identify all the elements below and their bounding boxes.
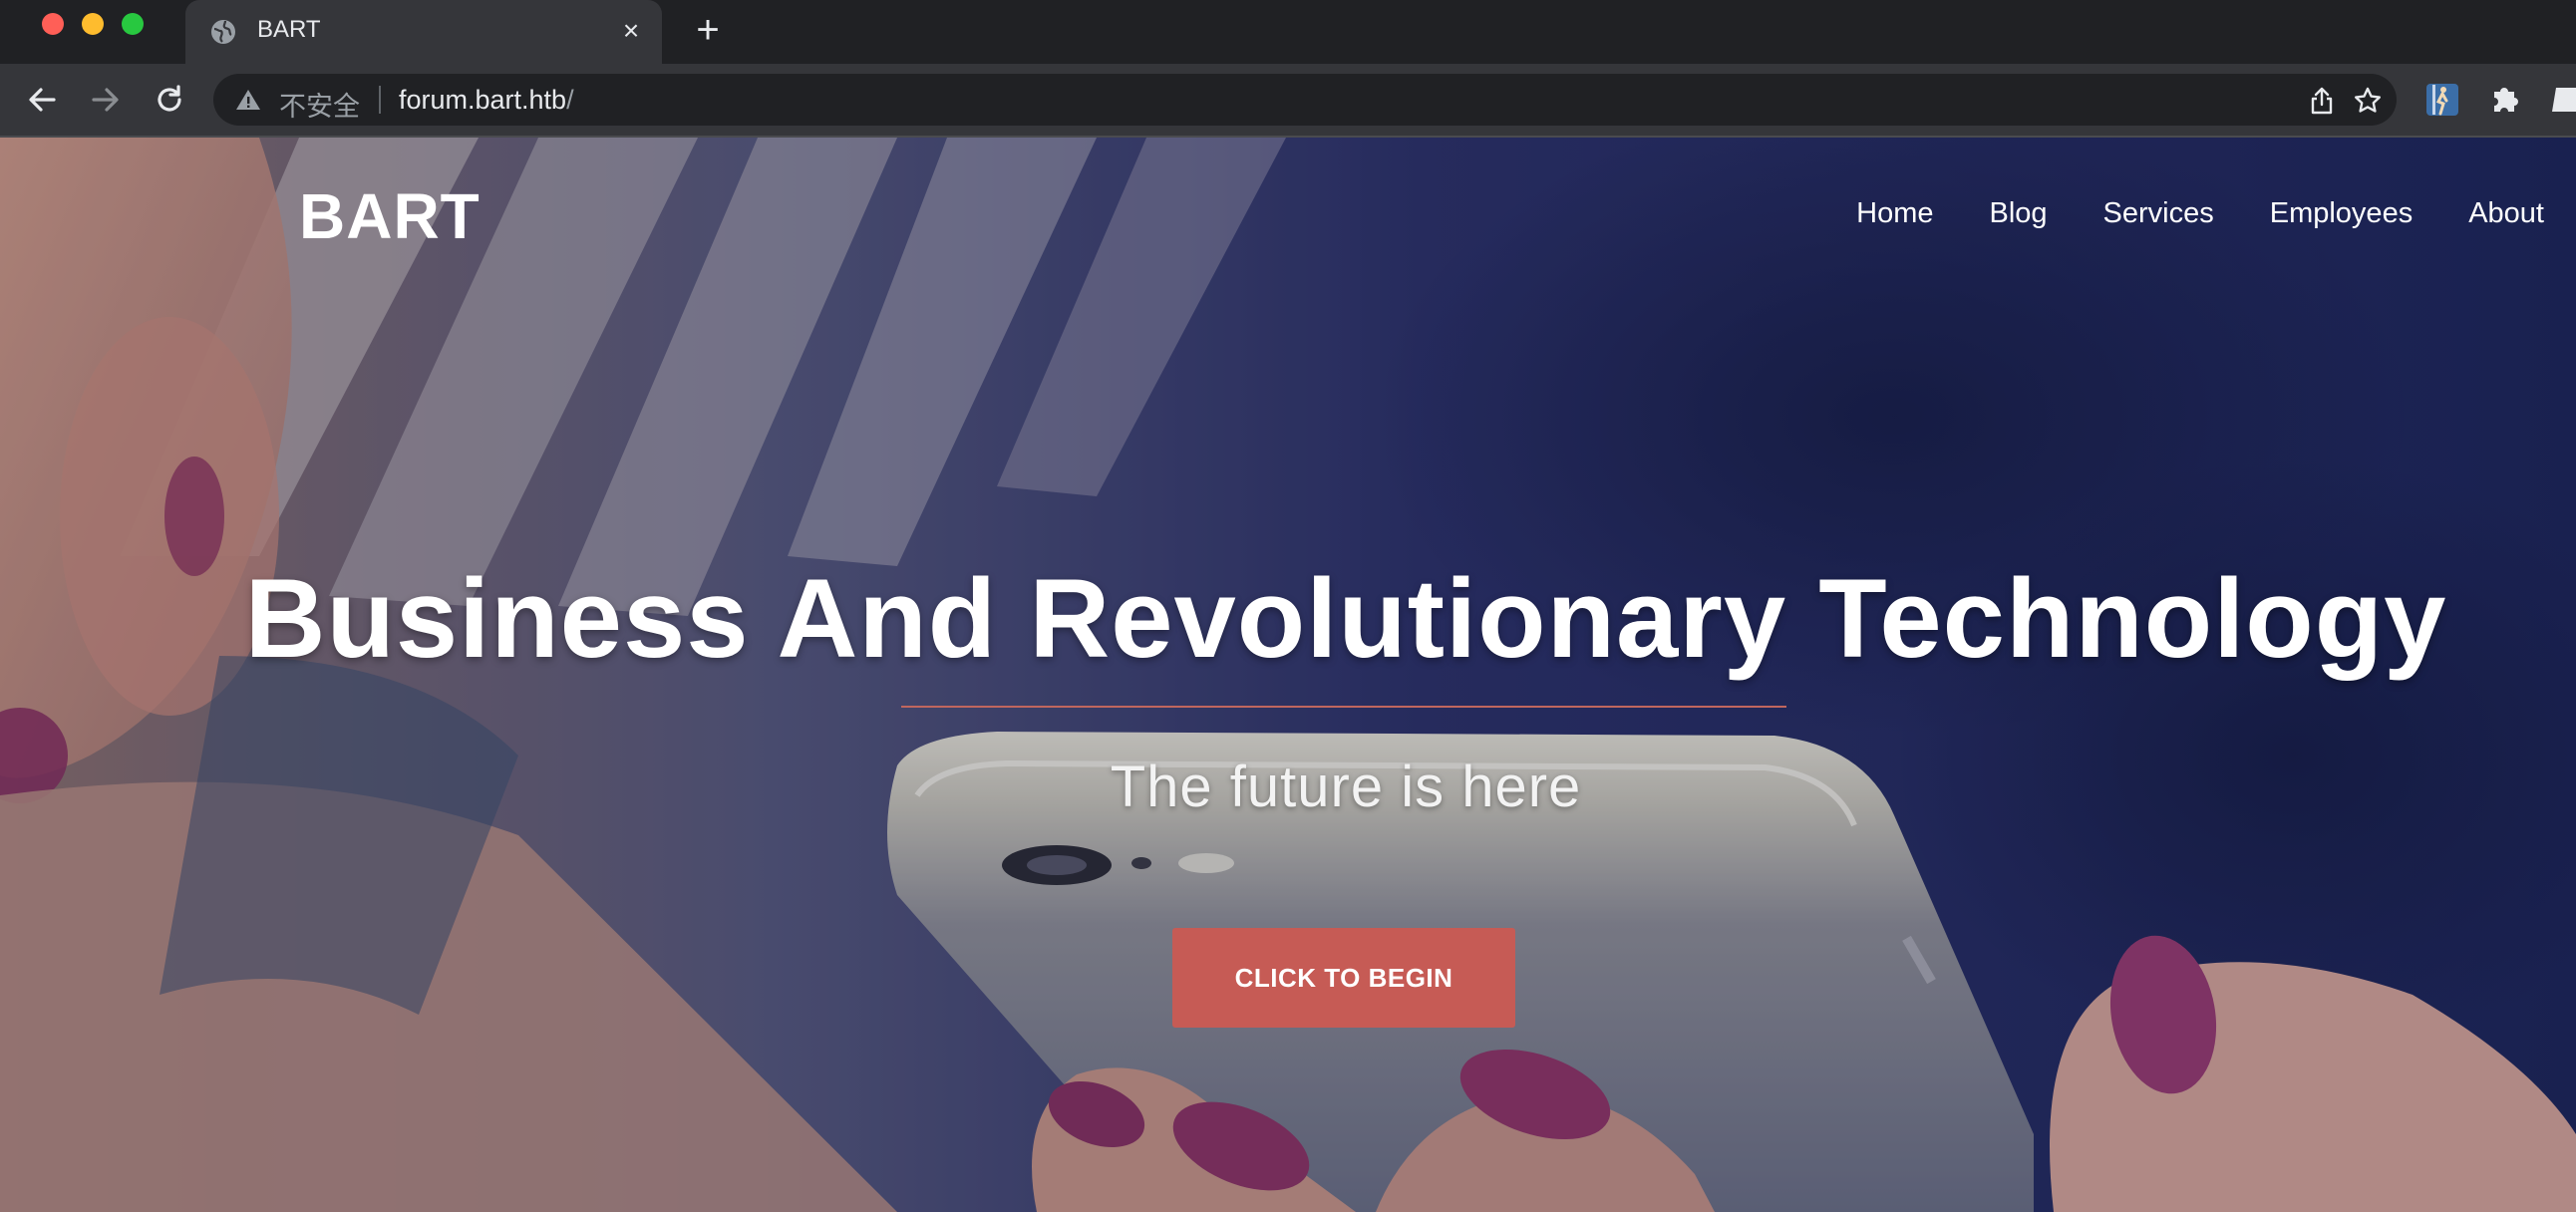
hero-subheadline: The future is here: [1110, 755, 1582, 819]
forward-arrow-icon[interactable]: [88, 82, 124, 118]
reload-icon[interactable]: [152, 82, 187, 118]
url-path: /: [566, 85, 574, 115]
minimize-window-button[interactable]: [82, 13, 104, 35]
globe-icon: [211, 20, 235, 44]
extension-icon[interactable]: [2424, 82, 2460, 118]
security-status-label[interactable]: 不安全: [279, 85, 360, 124]
nav-home[interactable]: Home: [1856, 197, 1933, 230]
site-logo[interactable]: BART: [299, 179, 481, 253]
main-nav: Home Blog Services Employees About: [1856, 197, 2544, 230]
back-arrow-icon[interactable]: [24, 82, 60, 118]
address-bar[interactable]: 不安全 forum.bart.htb/: [213, 74, 2397, 126]
omnibox-divider: [379, 86, 381, 114]
web-page: BART Home Blog Services Employees About …: [0, 138, 2576, 1212]
new-tab-button[interactable]: +: [688, 10, 728, 50]
nav-about[interactable]: About: [2468, 197, 2544, 230]
nav-employees[interactable]: Employees: [2270, 197, 2413, 230]
browser-tab[interactable]: BART ×: [185, 0, 662, 64]
extension-icon-partial[interactable]: [2550, 82, 2576, 118]
hero-headline: Business And Revolutionary Technology: [244, 556, 2447, 681]
puzzle-icon[interactable]: [2488, 82, 2522, 116]
nav-blog[interactable]: Blog: [1989, 197, 2047, 230]
warning-icon[interactable]: [235, 88, 261, 112]
hero-divider: [901, 706, 1786, 708]
url-text[interactable]: forum.bart.htb/: [399, 85, 574, 116]
maximize-window-button[interactable]: [122, 13, 144, 35]
click-to-begin-button[interactable]: CLICK TO BEGIN: [1172, 928, 1515, 1028]
close-window-button[interactable]: [42, 13, 64, 35]
browser-toolbar: 不安全 forum.bart.htb/: [0, 64, 2576, 138]
nav-services[interactable]: Services: [2103, 197, 2214, 230]
star-icon[interactable]: [2353, 86, 2383, 116]
tab-title: BART: [257, 16, 321, 43]
share-icon[interactable]: [2309, 87, 2335, 115]
tab-strip: BART × +: [0, 0, 2576, 64]
url-host: forum.bart.htb: [399, 85, 567, 115]
close-tab-icon[interactable]: ×: [614, 14, 648, 48]
